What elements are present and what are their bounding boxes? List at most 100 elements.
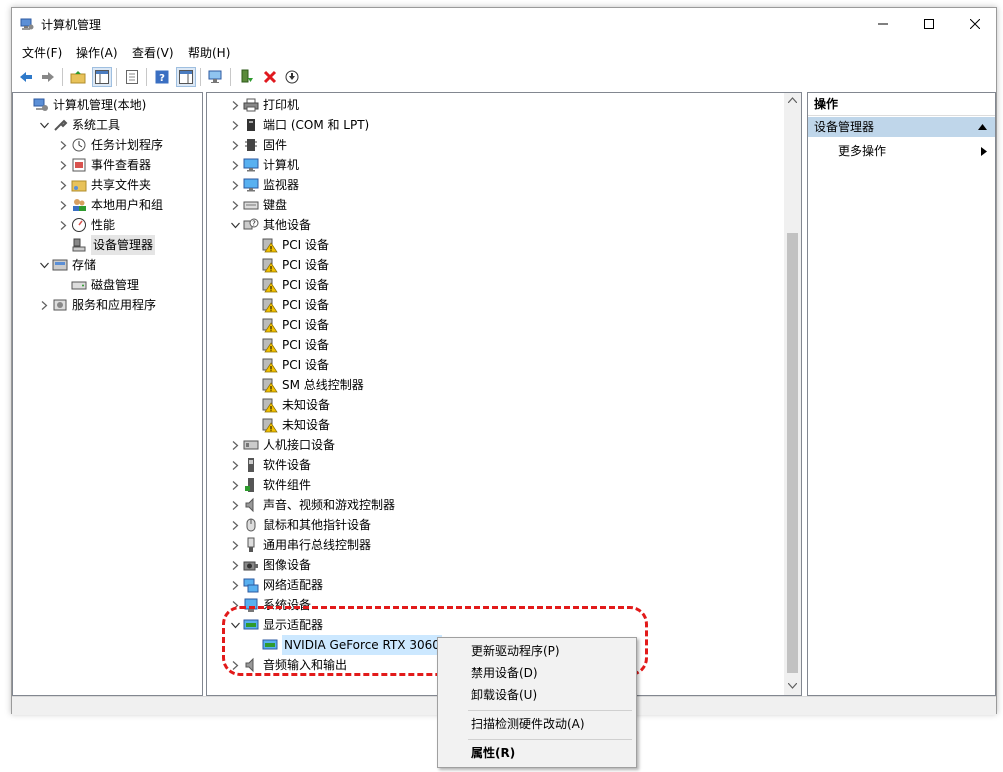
title-bar: 计算机管理 [12, 8, 996, 40]
actions-pane: 操作 设备管理器 更多操作 [807, 92, 996, 696]
task-scheduler-icon [71, 137, 87, 153]
port-icon [243, 117, 259, 133]
scroll-up-icon[interactable] [788, 97, 797, 103]
scroll-thumb[interactable] [787, 233, 798, 673]
scroll-down-icon[interactable] [788, 683, 797, 689]
back-button[interactable] [16, 67, 36, 87]
ctx-separator [468, 739, 632, 740]
disable-button[interactable] [282, 67, 302, 87]
console-tree-label: 事件查看器 [91, 158, 152, 172]
expand-arrow-icon[interactable] [229, 195, 241, 215]
device-manager-icon [71, 237, 87, 253]
close-icon [970, 19, 980, 29]
expand-arrow-icon[interactable] [57, 195, 69, 215]
camera-icon [243, 557, 259, 573]
svg-text:?: ? [159, 73, 165, 84]
help-icon: ? [155, 70, 169, 84]
device-tree-label: PCI 设备 [282, 278, 329, 292]
expand-arrow-icon[interactable] [57, 215, 69, 235]
ctx-disable-device[interactable]: 禁用设备(D) [471, 662, 538, 684]
device-tree-label: 未知设备 [282, 398, 331, 412]
hid-icon [243, 437, 259, 453]
device-tree-label: SM 总线控制器 [282, 378, 364, 392]
device-tree-label: 鼠标和其他指针设备 [263, 518, 372, 532]
main-panes: 计算机管理(本地) 系统工具 任务计划程序 事件查看器 共享文件夹 本地用户和组 性能 设备管… [12, 92, 996, 696]
collapse-arrow-icon[interactable] [38, 115, 50, 135]
expand-arrow-icon[interactable] [57, 175, 69, 195]
expand-arrow-icon[interactable] [229, 535, 241, 555]
performance-icon [71, 217, 87, 233]
expand-arrow-icon[interactable] [229, 475, 241, 495]
show-action-pane-button[interactable] [176, 67, 196, 87]
warning-device-icon [262, 417, 278, 433]
expand-arrow-icon[interactable] [229, 435, 241, 455]
ctx-update-driver[interactable]: 更新驱动程序(P) [471, 640, 560, 662]
ctx-scan-hardware[interactable]: 扫描检测硬件改动(A) [471, 713, 585, 735]
folder-up-icon [70, 71, 86, 84]
expand-arrow-icon[interactable] [57, 135, 69, 155]
expand-arrow-icon[interactable] [38, 295, 50, 315]
uninstall-button[interactable] [260, 67, 280, 87]
keyboard-icon [243, 197, 259, 213]
expand-arrow-icon[interactable] [57, 155, 69, 175]
expand-arrow-icon[interactable] [229, 515, 241, 535]
expand-arrow-icon[interactable] [229, 555, 241, 575]
up-folder-button[interactable] [68, 67, 88, 87]
vertical-scrollbar[interactable] [784, 93, 801, 695]
expand-arrow-icon[interactable] [229, 135, 241, 155]
expand-arrow-icon[interactable] [229, 175, 241, 195]
shared-folder-icon [71, 177, 87, 193]
collapse-arrow-icon[interactable] [229, 215, 241, 235]
expand-arrow-icon[interactable] [229, 95, 241, 115]
expand-arrow-icon[interactable] [229, 495, 241, 515]
device-tree-label: PCI 设备 [282, 238, 329, 252]
svg-text:?: ? [252, 220, 256, 228]
more-actions-label: 更多操作 [838, 144, 887, 158]
console-tree-label: 存储 [72, 258, 97, 272]
expand-arrow-icon[interactable] [229, 655, 241, 675]
update-driver-button[interactable] [236, 67, 256, 87]
menu-bar: 文件(F) 操作(A) 查看(V) 帮助(H) [12, 40, 996, 62]
expand-arrow-icon[interactable] [229, 575, 241, 595]
ctx-properties[interactable]: 属性(R) [471, 742, 515, 764]
warning-device-icon [262, 297, 278, 313]
scan-hardware-button[interactable] [206, 67, 226, 87]
action-pane-icon [179, 70, 193, 84]
expand-arrow-icon[interactable] [229, 115, 241, 135]
device-tree-pane: 打印机 端口 (COM 和 LPT) 固件 计算机 监视器 键盘? 其他设备 PCI 设备 PC… [206, 92, 802, 696]
device-tree-label: 声音、视频和游戏控制器 [263, 498, 396, 512]
update-driver-icon [241, 69, 253, 83]
forward-button[interactable] [38, 67, 58, 87]
maximize-button[interactable] [906, 8, 952, 40]
help-button[interactable]: ? [152, 67, 172, 87]
expand-arrow-icon[interactable] [229, 595, 241, 615]
expand-arrow-icon[interactable] [229, 455, 241, 475]
warning-device-icon [262, 397, 278, 413]
device-tree-label: 图像设备 [263, 558, 312, 572]
collapse-arrow-icon[interactable] [38, 255, 50, 275]
properties-button[interactable] [122, 67, 142, 87]
device-tree-label: 其他设备 [263, 218, 312, 232]
expand-arrow-icon[interactable] [229, 155, 241, 175]
collapse-arrow-icon[interactable] [229, 615, 241, 635]
ctx-uninstall-device[interactable]: 卸载设备(U) [471, 684, 537, 706]
device-tree-label: 未知设备 [282, 418, 331, 432]
show-hide-tree-button[interactable] [92, 67, 112, 87]
actions-category-device-manager[interactable]: 设备管理器 [808, 117, 995, 137]
more-actions-item[interactable]: 更多操作 [838, 141, 886, 161]
computer-management-icon [33, 97, 49, 113]
menu-action[interactable]: 操作(A) [76, 44, 118, 61]
menu-view[interactable]: 查看(V) [132, 44, 174, 61]
menu-help[interactable]: 帮助(H) [188, 44, 230, 61]
minimize-button[interactable] [860, 8, 906, 40]
menu-file[interactable]: 文件(F) [22, 44, 62, 61]
close-button[interactable] [952, 8, 998, 40]
users-icon [71, 197, 87, 213]
